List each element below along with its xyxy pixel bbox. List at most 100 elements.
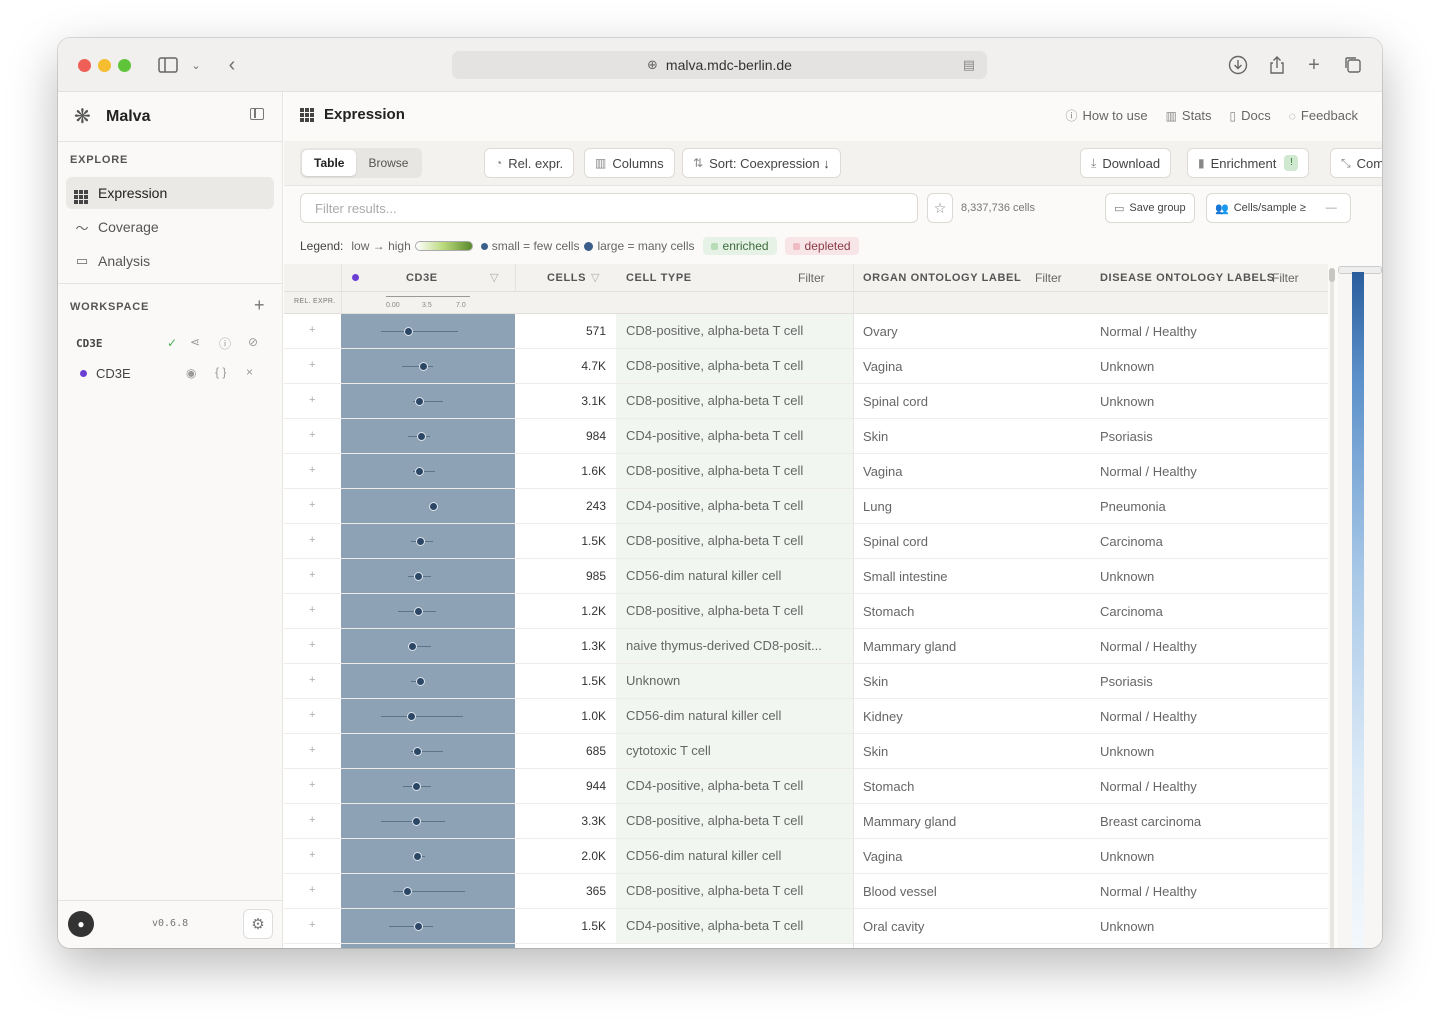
table-row[interactable]: +1.3K naive thymus-derived CD8-posit... Ma… (284, 629, 1328, 664)
save-group-button[interactable]: ▭ Save group (1105, 193, 1195, 223)
column-header-cells[interactable]: CELLS (547, 264, 586, 292)
cell-type[interactable]: CD8-positive, alpha-beta T cell (616, 454, 853, 488)
organ-filter-button[interactable]: Filter (1035, 264, 1062, 292)
organ-label[interactable]: Ovary (863, 324, 898, 339)
search-input[interactable] (300, 193, 918, 223)
organ-label[interactable]: Spinal cord (863, 534, 928, 549)
organ-label[interactable]: Blood vessel (863, 884, 937, 899)
expand-row-icon[interactable]: + (309, 534, 315, 546)
organ-label[interactable]: Oral cavity (863, 919, 924, 934)
disease-label[interactable]: Normal / Healthy (1100, 324, 1197, 339)
remove-icon[interactable]: × (246, 365, 253, 379)
organ-label[interactable]: Spinal cord (863, 394, 928, 409)
expand-row-icon[interactable]: + (309, 359, 315, 371)
expression-point[interactable] (413, 852, 423, 861)
disease-label[interactable]: Unknown (1100, 359, 1154, 374)
cell-type[interactable]: CD56-dim natural killer cell (616, 699, 853, 733)
code-icon[interactable]: { } (215, 365, 226, 379)
cell-type[interactable]: CD4-positive, alpha-beta T cell (616, 769, 853, 803)
table-row[interactable]: +3.1K CD8-positive, alpha-beta T cell Spin… (284, 384, 1328, 419)
expression-point[interactable] (408, 642, 418, 651)
columns-button[interactable]: ▥ Columns (584, 148, 675, 178)
disease-filter-button[interactable]: Filter (1272, 264, 1299, 292)
disease-label[interactable]: Normal / Healthy (1100, 464, 1197, 479)
download-icon[interactable] (1226, 53, 1250, 77)
filter-icon[interactable]: ▽ (490, 264, 499, 292)
table-row[interactable]: +2.0K CD56-dim natural killer cell Vagina U… (284, 839, 1328, 874)
expand-row-icon[interactable]: + (309, 324, 315, 336)
cell-type[interactable]: CD8-positive, alpha-beta T cell (616, 804, 853, 838)
column-header-cell-type[interactable]: CELL TYPE (626, 264, 692, 292)
disease-label[interactable]: Normal / Healthy (1100, 884, 1197, 899)
disease-label[interactable]: Unknown (1100, 744, 1154, 759)
organ-label[interactable]: Mammary gland (863, 639, 956, 654)
organ-label[interactable]: Vagina (863, 849, 903, 864)
expand-row-icon[interactable]: + (309, 429, 315, 441)
brand[interactable]: ❋ Malva (74, 106, 150, 128)
new-tab-icon[interactable]: + (1302, 53, 1326, 77)
workspace-gene-item[interactable]: CD3E (80, 366, 131, 381)
table-scrollbar[interactable] (1330, 268, 1334, 948)
disease-label[interactable]: Unknown (1100, 849, 1154, 864)
organ-label[interactable]: Skin (863, 429, 888, 444)
table-row[interactable]: +1.5K CD8-positive, alpha-beta T cell Spin… (284, 524, 1328, 559)
eye-icon[interactable]: ◉ (186, 366, 196, 380)
share-icon[interactable] (1265, 53, 1289, 77)
cell-type[interactable]: CD8-positive, alpha-beta T cell (616, 524, 853, 558)
cell-type[interactable]: CD56-dim natural killer cell (616, 839, 853, 873)
back-icon[interactable]: ‹ (220, 53, 244, 77)
reader-icon[interactable]: ▤ (963, 57, 975, 73)
expression-point[interactable] (411, 782, 421, 791)
table-row[interactable]: +984 CD4-positive, alpha-beta T cell Skin P… (284, 419, 1328, 454)
docs-link[interactable]: ▯ Docs (1230, 107, 1271, 124)
expand-row-icon[interactable]: + (309, 814, 315, 826)
disease-label[interactable]: Psoriasis (1100, 429, 1153, 444)
table-row[interactable]: +1.5K CD4-positive, alpha-beta T cell Oral… (284, 909, 1328, 944)
disease-label[interactable]: Psoriasis (1100, 674, 1153, 689)
avatar[interactable]: ● (68, 911, 94, 937)
expression-point[interactable] (414, 607, 424, 616)
table-row[interactable]: +1.0K CD56-dim natural killer cell Kidney N… (284, 699, 1328, 734)
expand-row-icon[interactable]: + (309, 884, 315, 896)
table-row[interactable]: +365 CD8-positive, alpha-beta T cell Blood… (284, 874, 1328, 909)
disease-label[interactable]: Pneumonia (1100, 499, 1166, 514)
sidebar-item-coverage[interactable]: 〜 Coverage (66, 211, 274, 243)
disease-label[interactable]: Normal / Healthy (1100, 639, 1197, 654)
sidebar-item-expression[interactable]: Expression (66, 177, 274, 209)
organ-label[interactable]: Kidney (863, 709, 903, 724)
cell-type[interactable]: CD8-positive, alpha-beta T cell (616, 384, 853, 418)
gear-icon[interactable]: ⚙ (243, 909, 273, 939)
table-row[interactable]: +1.5K Unknown Skin Psoriasis (284, 664, 1328, 699)
disease-label[interactable]: Breast carcinoma (1100, 814, 1201, 829)
expand-row-icon[interactable]: + (309, 499, 315, 511)
table-row[interactable]: +985 CD56-dim natural killer cell Small in… (284, 559, 1328, 594)
tab-browse[interactable]: Browse (356, 150, 420, 176)
stats-link[interactable]: ▥ Stats (1166, 107, 1212, 124)
sort-button[interactable]: ⇅ Sort: Coexpression ↓ (682, 148, 841, 178)
workspace-group-name[interactable]: CD3E (76, 337, 103, 350)
sidebar-toggle-icon[interactable] (156, 53, 180, 77)
tab-table[interactable]: Table (302, 150, 357, 176)
table-row[interactable]: +1.2K CD8-positive, alpha-beta T cell Stom… (284, 594, 1328, 629)
column-header-disease[interactable]: DISEASE ONTOLOGY LABELS (1100, 264, 1275, 292)
organ-label[interactable]: Vagina (863, 359, 903, 374)
close-window-button[interactable] (78, 59, 91, 72)
info-icon[interactable]: ⓘ (219, 335, 231, 352)
download-button[interactable]: ⤓ Download (1080, 148, 1172, 178)
cell-type[interactable]: Unknown (616, 664, 853, 698)
expression-point[interactable] (406, 712, 416, 721)
compact-button[interactable]: ⤡Compact (1330, 148, 1382, 178)
hide-icon[interactable]: ⊘ (248, 335, 258, 349)
filter-icon[interactable]: ▽ (591, 264, 600, 292)
organ-label[interactable]: Vagina (863, 464, 903, 479)
table-row[interactable]: +4.7K CD8-positive, alpha-beta T cell Vagi… (284, 349, 1328, 384)
chevron-down-icon[interactable]: ⌄ (184, 53, 208, 77)
organ-label[interactable]: Skin (863, 744, 888, 759)
table-row[interactable]: +1.6K CD8-positive, alpha-beta T cell Vagi… (284, 454, 1328, 489)
cells-per-sample-value[interactable]: — (1326, 202, 1337, 214)
expression-overview-gradient[interactable] (1352, 272, 1364, 948)
star-icon[interactable]: ☆ (927, 193, 953, 223)
enrichment-button[interactable]: ▮ Enrichment ! (1187, 148, 1310, 178)
cell-type[interactable]: CD8-positive, alpha-beta T cell (616, 349, 853, 383)
cell-type[interactable]: CD8-positive, alpha-beta T cell (616, 874, 853, 908)
